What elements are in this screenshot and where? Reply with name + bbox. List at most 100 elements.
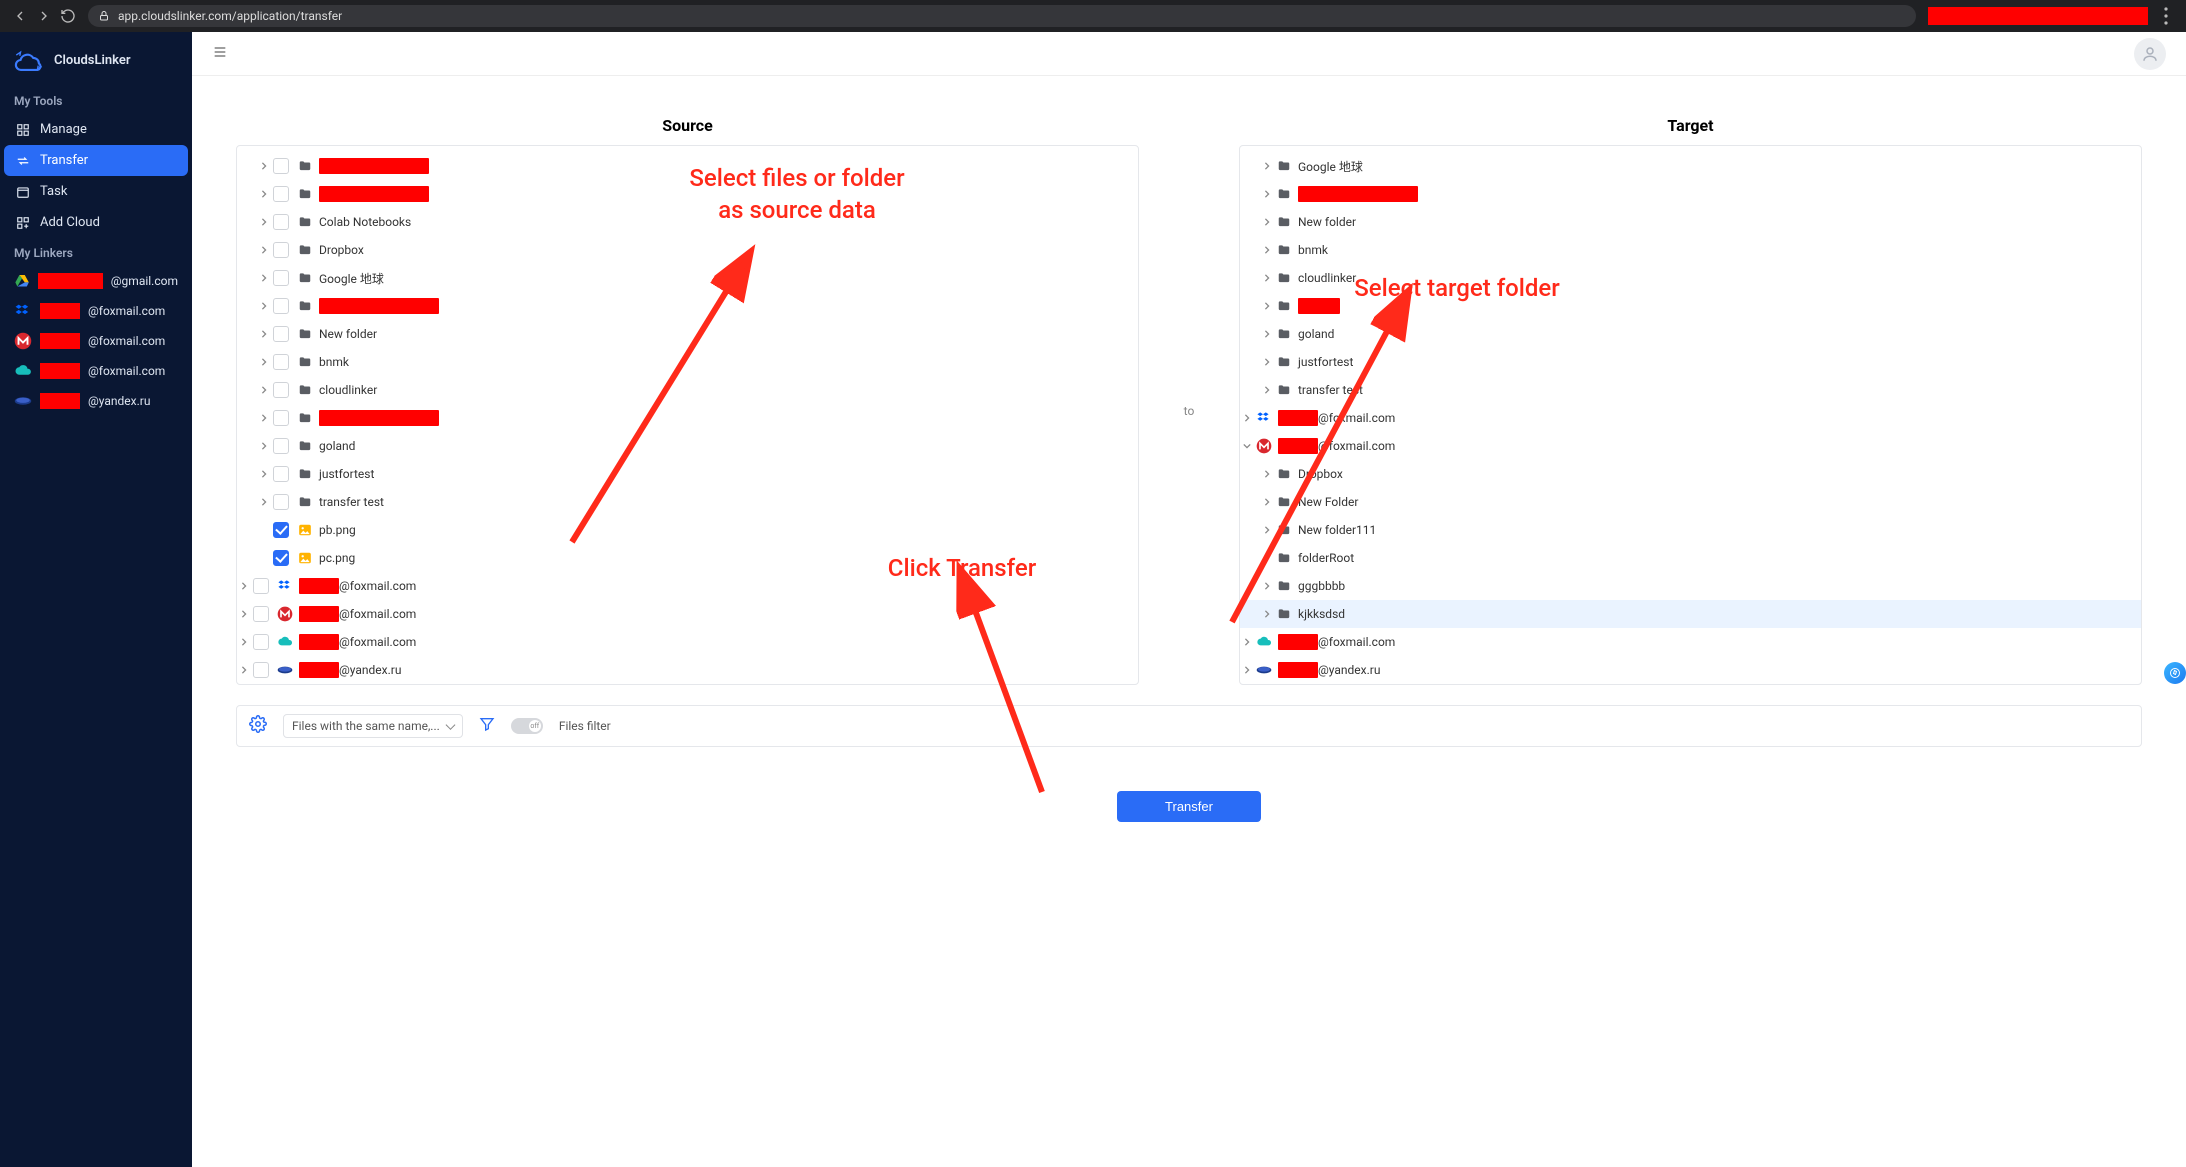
collapse-sidebar-button[interactable] (212, 44, 228, 64)
tree-checkbox[interactable] (273, 466, 289, 482)
tree-row[interactable]: cloudlinker (1240, 264, 2141, 292)
expand-caret[interactable] (1260, 582, 1274, 590)
tree-checkbox[interactable] (273, 522, 289, 538)
expand-caret[interactable] (1260, 274, 1274, 282)
browser-address-bar[interactable]: app.cloudslinker.com/application/transfe… (88, 5, 1916, 27)
expand-caret[interactable] (257, 330, 271, 338)
tree-row[interactable]: @yandex.ru (237, 656, 1138, 684)
tree-row[interactable]: kjkksdsd (1240, 600, 2141, 628)
expand-caret[interactable] (257, 470, 271, 478)
expand-caret[interactable] (1260, 386, 1274, 394)
expand-caret[interactable] (1260, 610, 1274, 618)
tree-row[interactable]: @yandex.ru (1240, 656, 2141, 684)
expand-caret[interactable] (237, 582, 251, 590)
tree-row[interactable] (237, 292, 1138, 320)
expand-caret[interactable] (1260, 470, 1274, 478)
linker-item-yandex[interactable]: @yandex.ru (4, 386, 188, 416)
browser-menu-button[interactable] (2154, 4, 2178, 28)
tree-checkbox[interactable] (273, 550, 289, 566)
sidebar-item-task[interactable]: Task (4, 176, 188, 207)
expand-caret[interactable] (257, 274, 271, 282)
browser-back-button[interactable] (8, 4, 32, 28)
expand-caret[interactable] (257, 162, 271, 170)
tree-row[interactable]: justfortest (237, 460, 1138, 488)
linker-item-dropbox[interactable]: @foxmail.com (4, 296, 188, 326)
tree-checkbox[interactable] (253, 662, 269, 678)
expand-caret[interactable] (1260, 554, 1274, 562)
tree-row[interactable]: New folder111 (1240, 516, 2141, 544)
tree-row[interactable] (1240, 292, 2141, 320)
expand-caret[interactable] (1260, 218, 1274, 226)
tree-checkbox[interactable] (273, 298, 289, 314)
tree-row[interactable]: @foxmail.com (1240, 432, 2141, 460)
duplicate-handling-select[interactable]: Files with the same name,... (283, 714, 463, 738)
tree-row[interactable] (237, 180, 1138, 208)
expand-caret[interactable] (1260, 162, 1274, 170)
tree-row[interactable]: goland (1240, 320, 2141, 348)
tree-checkbox[interactable] (253, 634, 269, 650)
expand-caret[interactable] (257, 358, 271, 366)
expand-caret[interactable] (1240, 638, 1254, 646)
expand-caret[interactable] (257, 442, 271, 450)
tree-row[interactable]: pc.png (237, 544, 1138, 572)
browser-forward-button[interactable] (32, 4, 56, 28)
tree-checkbox[interactable] (273, 438, 289, 454)
tree-row[interactable]: bnmk (1240, 236, 2141, 264)
tree-checkbox[interactable] (273, 326, 289, 342)
sidebar-item-add-cloud[interactable]: Add Cloud (4, 207, 188, 238)
tree-checkbox[interactable] (273, 410, 289, 426)
tree-row[interactable] (237, 404, 1138, 432)
logo[interactable]: CloudsLinker (4, 42, 188, 86)
sidebar-item-manage[interactable]: Manage (4, 114, 188, 145)
expand-caret[interactable] (1240, 442, 1254, 450)
expand-caret[interactable] (1260, 358, 1274, 366)
tree-checkbox[interactable] (253, 606, 269, 622)
expand-caret[interactable] (257, 498, 271, 506)
tree-row[interactable]: goland (237, 432, 1138, 460)
tree-row[interactable]: Dropbox (237, 236, 1138, 264)
tree-row[interactable]: gggbbbb (1240, 572, 2141, 600)
tree-row[interactable]: cloudlinker (237, 376, 1138, 404)
tree-row[interactable]: folderRoot (1240, 544, 2141, 572)
expand-caret[interactable] (237, 610, 251, 618)
expand-caret[interactable] (237, 638, 251, 646)
browser-reload-button[interactable] (56, 4, 80, 28)
tree-row[interactable] (237, 152, 1138, 180)
tree-row[interactable]: @foxmail.com (1240, 628, 2141, 656)
tree-row[interactable] (1240, 180, 2141, 208)
tree-row[interactable]: justfortest (1240, 348, 2141, 376)
tree-row[interactable]: @foxmail.com (237, 572, 1138, 600)
tree-checkbox[interactable] (273, 270, 289, 286)
tree-row[interactable]: @foxmail.com (237, 600, 1138, 628)
tree-checkbox[interactable] (273, 494, 289, 510)
linker-item-pcloud[interactable]: @foxmail.com (4, 356, 188, 386)
tree-row[interactable]: @foxmail.com (237, 628, 1138, 656)
expand-caret[interactable] (257, 190, 271, 198)
expand-caret[interactable] (1260, 526, 1274, 534)
expand-caret[interactable] (257, 414, 271, 422)
expand-caret[interactable] (257, 302, 271, 310)
tree-checkbox[interactable] (273, 214, 289, 230)
linker-item-mega[interactable]: @foxmail.com (4, 326, 188, 356)
expand-caret[interactable] (257, 386, 271, 394)
expand-caret[interactable] (1240, 666, 1254, 674)
tree-checkbox[interactable] (273, 242, 289, 258)
expand-caret[interactable] (1260, 302, 1274, 310)
tree-checkbox[interactable] (273, 158, 289, 174)
user-avatar[interactable] (2134, 38, 2166, 70)
expand-caret[interactable] (1240, 414, 1254, 422)
source-tree[interactable]: Colab NotebooksDropboxGoogle 地球New folde… (237, 146, 1138, 684)
expand-caret[interactable] (1260, 330, 1274, 338)
tree-checkbox[interactable] (273, 186, 289, 202)
expand-caret[interactable] (1260, 498, 1274, 506)
expand-caret[interactable] (257, 246, 271, 254)
tree-row[interactable]: New Folder (1240, 488, 2141, 516)
expand-caret[interactable] (1260, 246, 1274, 254)
tree-checkbox[interactable] (253, 578, 269, 594)
tree-row[interactable]: Google 地球 (1240, 152, 2141, 180)
tree-row[interactable]: Colab Notebooks (237, 208, 1138, 236)
tree-row[interactable]: transfer test (1240, 376, 2141, 404)
tree-row[interactable]: @foxmail.com (1240, 404, 2141, 432)
linker-item-gdrive[interactable]: @gmail.com (4, 266, 188, 296)
help-fab[interactable] (2164, 662, 2186, 684)
